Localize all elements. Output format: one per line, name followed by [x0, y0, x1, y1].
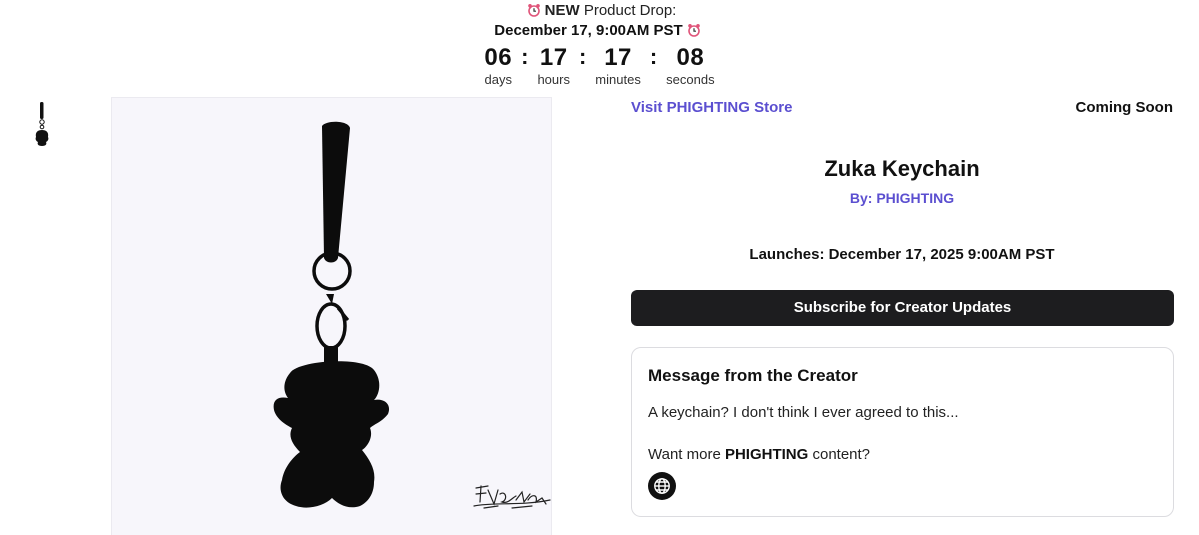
countdown-separator: : — [578, 44, 587, 69]
countdown-separator: : — [649, 44, 658, 69]
message-title: Message from the Creator — [648, 366, 858, 385]
drop-date: December 17, 9:00AM PST — [494, 22, 683, 39]
banner-date: December 17, 9:00AM PST — [0, 21, 1199, 41]
countdown-minutes-value: 17 — [604, 44, 632, 71]
countdown-seconds-label: seconds — [666, 72, 715, 87]
creator-message-card: Message from the Creator A keychain? I d… — [631, 347, 1174, 517]
product-drop-banner: NEW Product Drop: December 17, 9:00AM PS… — [0, 0, 1199, 87]
globe-icon — [654, 478, 670, 494]
countdown-minutes: 17 minutes — [595, 44, 641, 87]
countdown-hours-value: 17 — [539, 44, 568, 71]
countdown-minutes-label: minutes — [595, 72, 641, 87]
banner-headline: NEW Product Drop: — [0, 1, 1199, 21]
countdown-days-label: days — [484, 72, 512, 87]
visit-store-link[interactable]: Visit PHIGHTING Store — [631, 98, 792, 118]
subscribe-button[interactable]: Subscribe for Creator Updates — [631, 290, 1174, 326]
countdown-separator: : — [521, 44, 529, 69]
countdown-days-value: 06 — [484, 44, 513, 71]
countdown-seconds-value: 08 — [676, 44, 705, 71]
countdown-seconds: 08 seconds — [666, 44, 714, 87]
website-link-button[interactable] — [648, 472, 676, 500]
new-label: NEW — [544, 2, 580, 19]
more-prefix: Want more — [648, 446, 725, 463]
product-image — [111, 97, 552, 535]
keychain-silhouette — [273, 121, 390, 508]
countdown-timer: 06 days : 17 hours : 17 minutes : 08 sec… — [0, 44, 1199, 87]
more-content-text: Want more PHIGHTING content? — [648, 445, 870, 465]
message-body: A keychain? I don't think I ever agreed … — [648, 404, 959, 421]
product-title: Zuka Keychain — [824, 156, 980, 181]
more-suffix: content? — [808, 446, 871, 463]
artist-signature — [472, 480, 554, 514]
drop-label: Product Drop: — [583, 2, 677, 19]
status-badge: Coming Soon — [1075, 99, 1174, 116]
launch-date: Launches: December 17, 2025 9:00AM PST — [749, 246, 1055, 263]
product-thumbnail[interactable] — [30, 101, 54, 147]
countdown-days: 06 days — [484, 44, 512, 87]
countdown-hours-label: hours — [537, 72, 570, 87]
creator-byline[interactable]: By: PHIGHTING — [631, 189, 1173, 207]
alarm-clock-icon — [527, 3, 541, 17]
more-brand: PHIGHTING — [724, 446, 809, 463]
alarm-clock-icon — [687, 23, 701, 37]
countdown-hours: 17 hours — [537, 44, 570, 87]
